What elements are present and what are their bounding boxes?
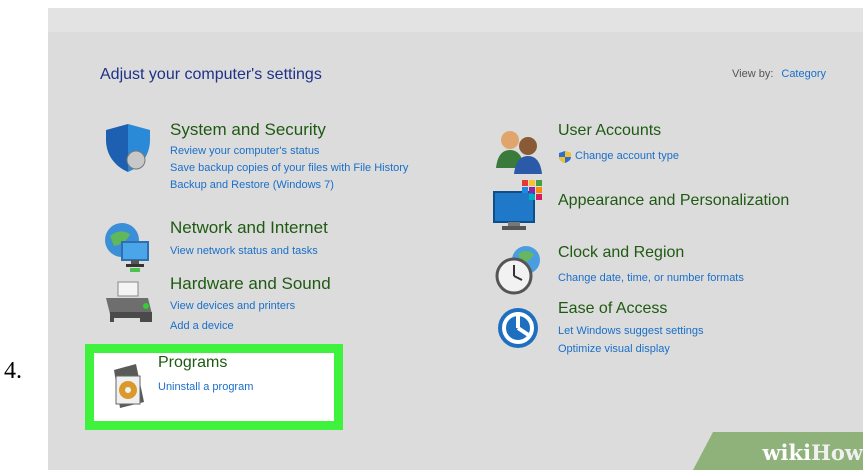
uac-shield-icon (559, 151, 571, 163)
clock-globe-icon[interactable] (492, 242, 548, 298)
category-link[interactable]: Save backup copies of your files with Fi… (170, 162, 408, 174)
control-panel-window: Adjust your computer's settings View by:… (48, 8, 863, 470)
category-appearance-and-personalization: Appearance and Personalization (492, 178, 852, 238)
view-by-label: View by: (732, 68, 774, 80)
category-programs: Programs Uninstall a program (110, 354, 340, 420)
page-title: Adjust your computer's settings (100, 66, 322, 83)
category-link[interactable]: Let Windows suggest settings (558, 325, 704, 337)
category-title[interactable]: User Accounts (558, 122, 661, 140)
monitor-palette-icon[interactable] (492, 178, 548, 234)
watermark-part1: wiki (762, 440, 812, 465)
category-title[interactable]: Hardware and Sound (170, 274, 331, 294)
category-clock-and-region: Clock and Region Change date, time, or n… (492, 242, 852, 298)
category-hardware-and-sound: Hardware and Sound View devices and prin… (100, 274, 460, 340)
category-link[interactable]: View network status and tasks (170, 245, 318, 257)
uninstall-program-link[interactable]: Uninstall a program (158, 381, 253, 393)
printer-icon[interactable] (100, 278, 156, 334)
category-title[interactable]: Programs (158, 354, 227, 372)
category-ease-of-access: Ease of Access Let Windows suggest setti… (492, 300, 852, 362)
watermark-part2: How (811, 440, 863, 465)
users-icon[interactable] (492, 124, 548, 180)
view-by-dropdown[interactable]: Category (781, 68, 826, 80)
category-title[interactable]: Appearance and Personalization (558, 192, 789, 210)
category-title[interactable]: Clock and Region (558, 244, 684, 262)
wikihow-watermark: wikiHow (762, 440, 863, 465)
category-link-text: Change account type (575, 150, 679, 162)
category-network-and-internet: Network and Internet View network status… (100, 218, 460, 272)
category-title[interactable]: Ease of Access (558, 300, 667, 318)
category-link[interactable]: Add a device (170, 320, 234, 332)
ease-of-access-icon[interactable] (496, 306, 540, 350)
programs-disc-icon[interactable] (110, 362, 150, 410)
category-user-accounts: User Accounts Change account type (492, 120, 832, 176)
category-title[interactable]: System and Security (170, 120, 326, 140)
category-link[interactable]: Optimize visual display (558, 343, 670, 355)
change-account-type-link[interactable]: Change account type (558, 150, 679, 163)
category-title[interactable]: Network and Internet (170, 218, 328, 238)
shield-icon[interactable] (100, 120, 156, 176)
category-link[interactable]: Review your computer's status (170, 145, 319, 157)
step-number: 4. (4, 358, 22, 384)
view-by-control[interactable]: View by: Category (732, 68, 826, 80)
category-link[interactable]: View devices and printers (170, 300, 295, 312)
category-link[interactable]: Change date, time, or number formats (558, 272, 744, 284)
globe-network-icon[interactable] (100, 218, 156, 274)
category-link[interactable]: Backup and Restore (Windows 7) (170, 179, 334, 191)
category-system-and-security: System and Security Review your computer… (100, 120, 460, 210)
window-top-bar (48, 8, 863, 32)
